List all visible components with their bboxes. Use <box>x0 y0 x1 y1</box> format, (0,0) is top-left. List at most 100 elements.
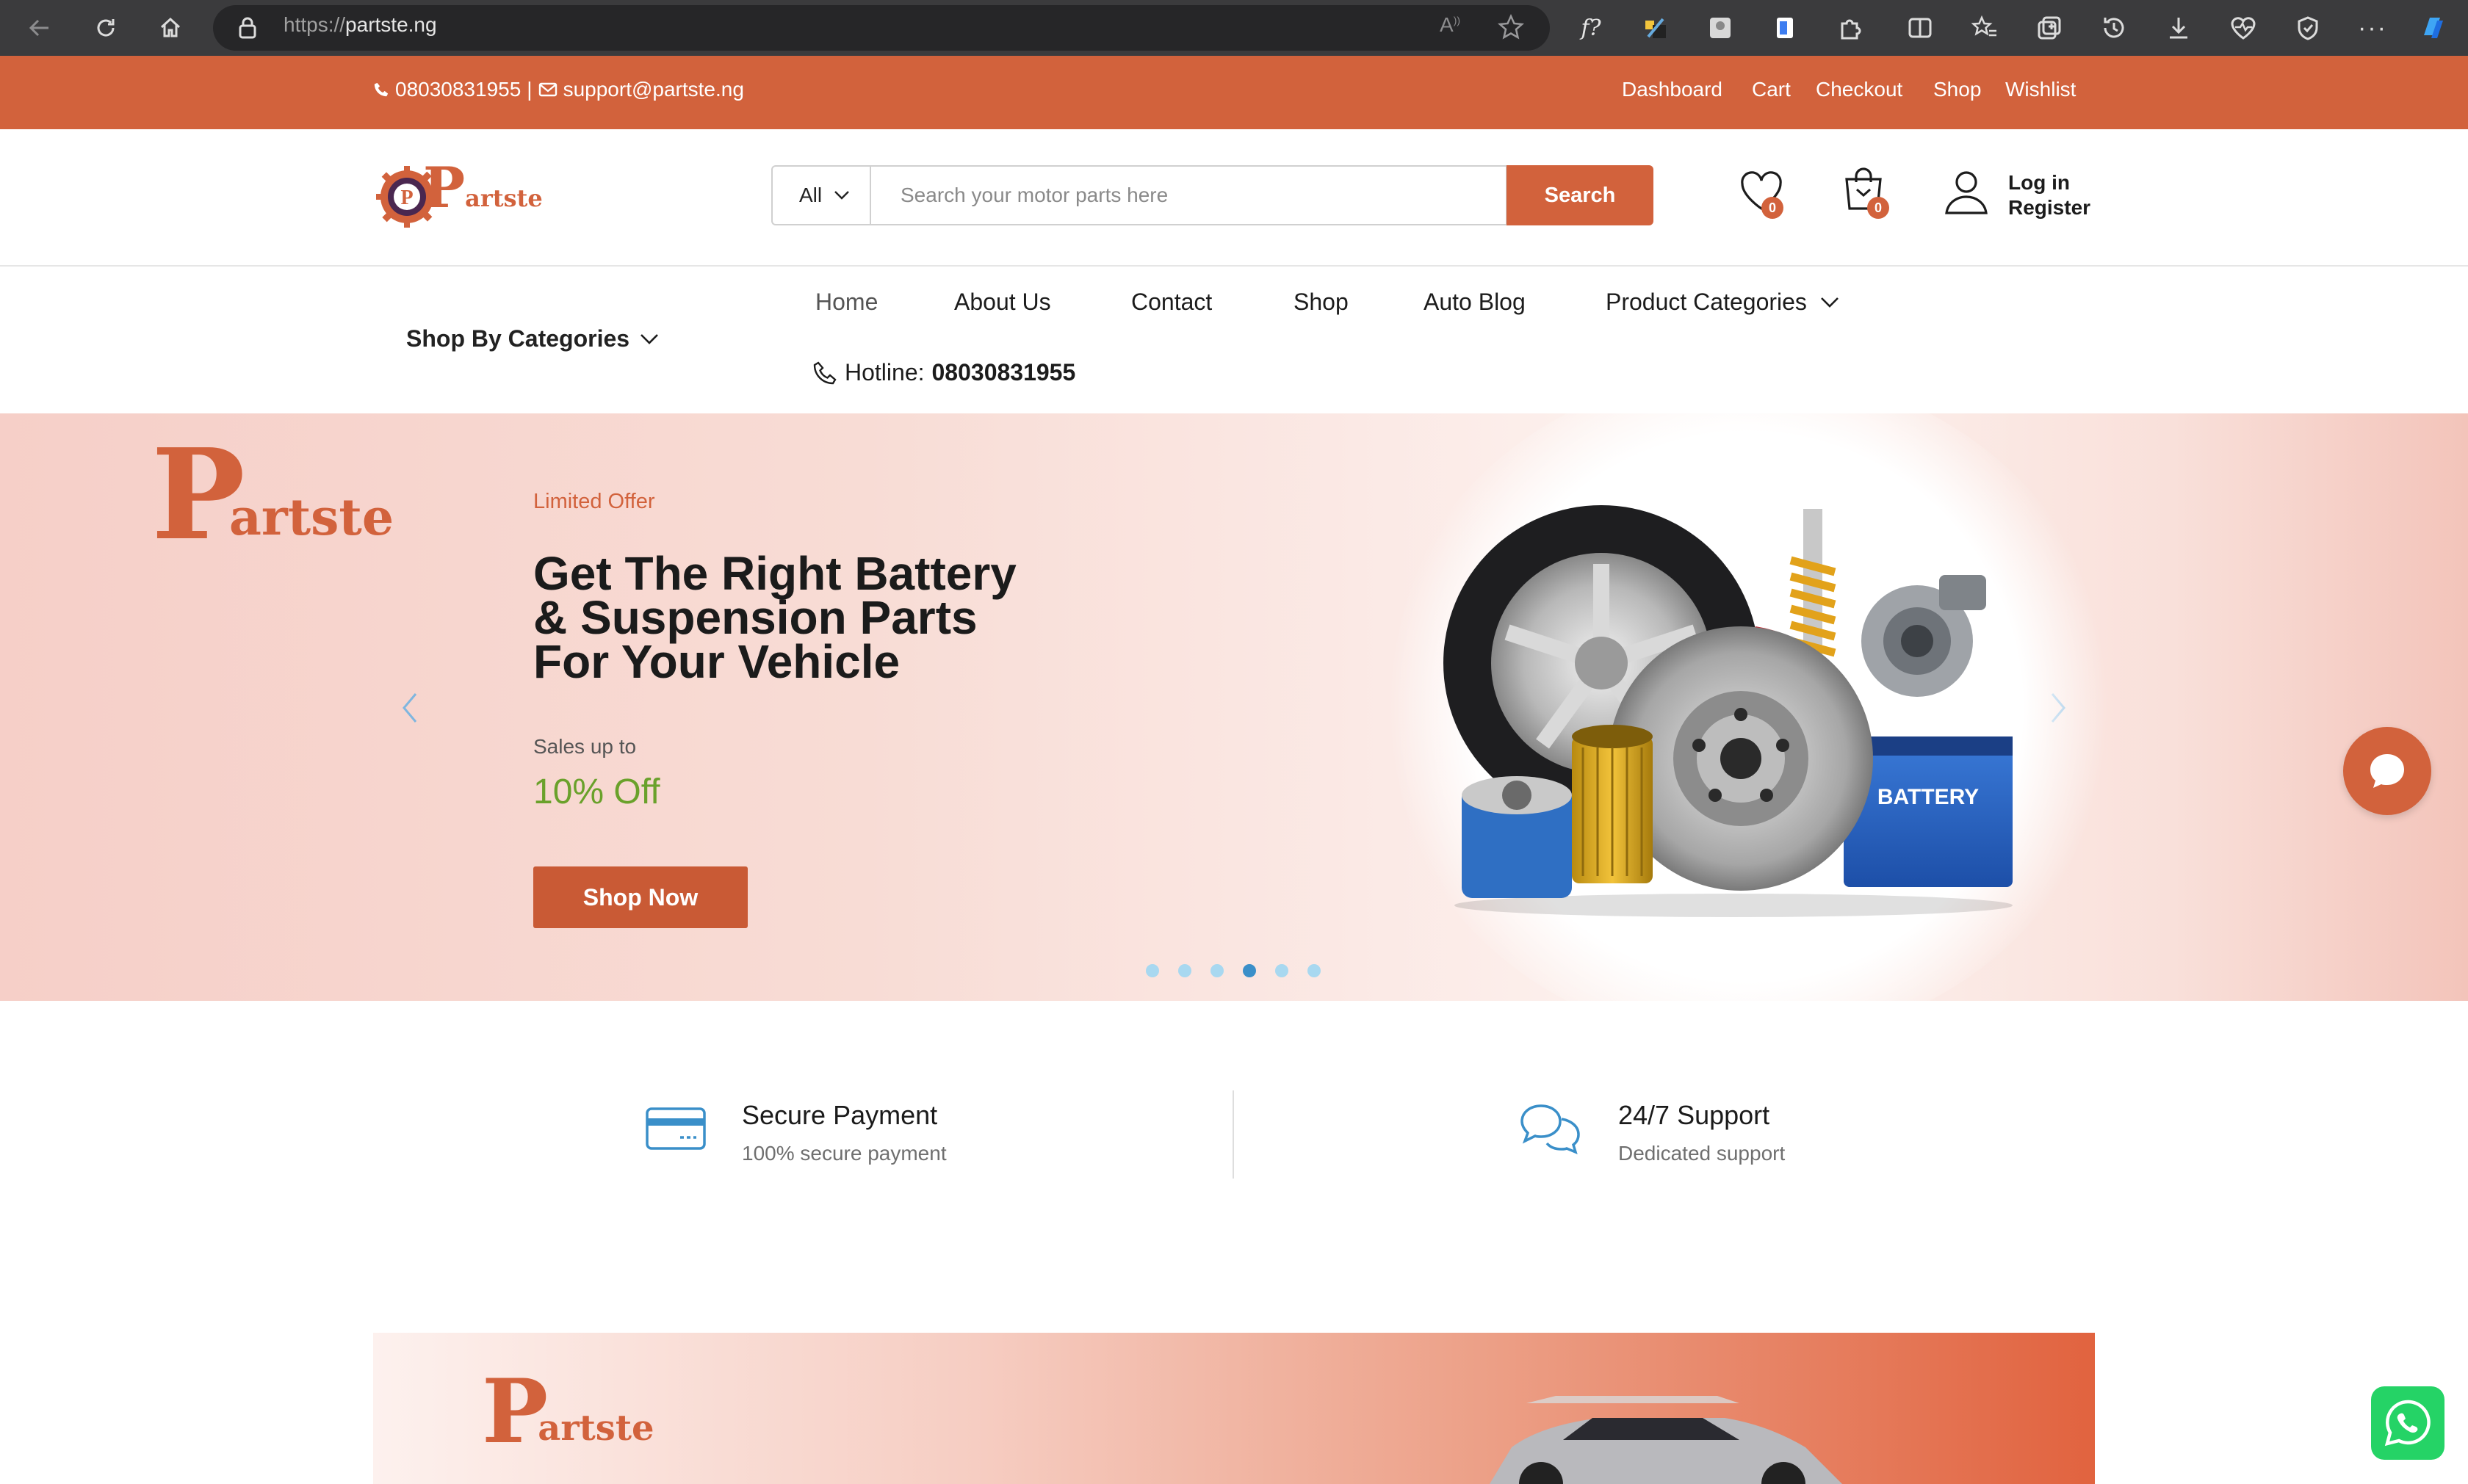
mail-icon <box>538 82 558 98</box>
topbar-separator: | <box>527 78 533 101</box>
favorites-icon[interactable] <box>1969 12 2001 44</box>
search-button[interactable]: Search <box>1507 165 1653 225</box>
hotline-number: 08030831955 <box>931 359 1076 386</box>
feature-title: Secure Payment <box>742 1100 938 1130</box>
more-options-icon[interactable]: ··· <box>2356 12 2389 44</box>
topbar-phone[interactable]: 08030831955 <box>395 78 521 101</box>
copilot-icon[interactable] <box>2417 12 2449 44</box>
live-chat-button[interactable] <box>2343 727 2431 815</box>
slider-dots <box>1146 964 1321 977</box>
back-arrow-icon[interactable] <box>22 10 57 46</box>
whatsapp-button[interactable] <box>2371 1386 2444 1460</box>
read-aloud-icon[interactable]: A)) <box>1440 13 1460 37</box>
slider-dot[interactable] <box>1210 964 1224 977</box>
feature-subtitle: Dedicated support <box>1618 1142 1786 1165</box>
auto-parts-image: BATTERY <box>1443 505 2013 917</box>
search-input[interactable] <box>870 165 1507 225</box>
site-header: P Partste All Search 0 0 Log in Register <box>0 129 2468 267</box>
toplink-wishlist[interactable]: Wishlist <box>2005 78 2076 101</box>
lock-icon[interactable] <box>237 16 259 43</box>
split-screen-icon[interactable] <box>1904 12 1936 44</box>
search-category-label: All <box>799 184 823 206</box>
promo-banner[interactable]: Partste <box>373 1333 2095 1484</box>
nav-shop[interactable]: Shop <box>1293 289 1349 316</box>
slider-dot[interactable] <box>1307 964 1321 977</box>
hero-slider: Partste Limited Offer Get The Right Batt… <box>0 413 2468 1001</box>
slider-dot[interactable] <box>1178 964 1191 977</box>
car-image <box>1490 1396 1842 1484</box>
downloads-icon[interactable] <box>2162 12 2195 44</box>
hero-title-line: For Your Vehicle <box>533 635 901 688</box>
cart-count-badge: 0 <box>1867 197 1889 219</box>
hero-title-line: & Suspension Parts <box>533 591 978 644</box>
feature-title: 24/7 Support <box>1618 1100 1770 1130</box>
home-icon[interactable] <box>153 10 188 46</box>
top-contact-bar: 08030831955 | support@partste.ng Dashboa… <box>0 56 2468 129</box>
hero-watermark-logo: Partste <box>151 432 394 557</box>
color-picker-extension-icon[interactable] <box>1639 12 1672 44</box>
banner-logo: Partste <box>482 1368 654 1456</box>
feature-subtitle: 100% secure payment <box>742 1142 947 1165</box>
svg-text:P: P <box>400 187 413 209</box>
shop-by-categories-label: Shop By Categories <box>406 325 630 352</box>
login-link[interactable]: Log in <box>2008 170 2090 195</box>
chevron-down-icon <box>1820 297 1839 308</box>
logo-text: artste <box>465 184 543 212</box>
credit-card-icon <box>645 1105 707 1156</box>
logo-wordmark: Partste <box>423 160 543 216</box>
collections-icon[interactable] <box>2033 12 2065 44</box>
url-host: partste.ng <box>345 13 437 36</box>
account-user-icon[interactable] <box>1944 169 1989 220</box>
performance-heart-icon[interactable] <box>2227 12 2259 44</box>
topbar-email[interactable]: support@partste.ng <box>563 78 744 101</box>
battery-label: BATTERY <box>1877 785 1979 809</box>
photo-extension-icon[interactable] <box>1704 12 1736 44</box>
toplink-checkout[interactable]: Checkout <box>1816 78 1902 101</box>
slider-dot-active[interactable] <box>1243 964 1256 977</box>
hero-sales-label: Sales up to <box>533 735 637 758</box>
nav-auto-blog[interactable]: Auto Blog <box>1424 289 1526 316</box>
logo-p-letter: P <box>423 155 466 220</box>
nav-product-categories[interactable]: Product Categories <box>1606 289 1839 316</box>
register-link[interactable]: Register <box>2008 195 2090 220</box>
browser-toolbar: https://partste.ng A)) f? ··· <box>0 0 2468 56</box>
banner-logo-text: artste <box>538 1408 654 1449</box>
nav-contact[interactable]: Contact <box>1131 289 1212 316</box>
extensions-puzzle-icon[interactable] <box>1833 12 1866 44</box>
font-extension-icon[interactable]: f? <box>1575 12 1607 44</box>
hotline[interactable]: Hotline: 08030831955 <box>812 359 1075 386</box>
reload-icon[interactable] <box>88 10 123 46</box>
phone-outline-icon <box>812 361 837 386</box>
search-category-select[interactable]: All <box>771 165 870 225</box>
nav-about-us[interactable]: About Us <box>954 289 1051 316</box>
shop-now-button[interactable]: Shop Now <box>533 866 748 928</box>
chevron-down-icon <box>640 333 659 345</box>
hero-discount: 10% Off <box>533 772 660 811</box>
site-logo[interactable]: P Partste <box>376 160 543 229</box>
history-icon[interactable] <box>2098 12 2130 44</box>
hero-logo-text: artste <box>228 488 394 547</box>
hero-title-line: Get The Right Battery <box>533 547 1017 600</box>
favorite-star-icon[interactable] <box>1497 13 1525 45</box>
main-navigation: Shop By Categories Home About Us Contact… <box>0 267 2468 413</box>
shop-by-categories-toggle[interactable]: Shop By Categories <box>406 325 659 352</box>
slider-dot[interactable] <box>1275 964 1288 977</box>
url-text[interactable]: https://partste.ng <box>284 13 437 37</box>
phone-icon <box>373 82 389 98</box>
wishlist-button[interactable]: 0 <box>1738 169 1789 220</box>
toplink-cart[interactable]: Cart <box>1752 78 1791 101</box>
account-links: Log in Register <box>2008 170 2090 220</box>
nav-home[interactable]: Home <box>815 289 878 316</box>
slider-dot[interactable] <box>1146 964 1159 977</box>
feature-divider <box>1233 1090 1234 1179</box>
slider-prev-arrow-icon[interactable] <box>395 689 425 730</box>
cart-button[interactable]: 0 <box>1841 164 1892 220</box>
whatsapp-icon <box>2384 1400 2431 1447</box>
browser-essentials-icon[interactable] <box>2292 12 2324 44</box>
topbar-contact: 08030831955 | support@partste.ng <box>373 78 744 101</box>
toplink-dashboard[interactable]: Dashboard <box>1622 78 1722 101</box>
chat-bubbles-icon <box>1519 1101 1582 1161</box>
document-extension-icon[interactable] <box>1769 12 1801 44</box>
wishlist-count-badge: 0 <box>1761 197 1783 219</box>
toplink-shop[interactable]: Shop <box>1933 78 1981 101</box>
